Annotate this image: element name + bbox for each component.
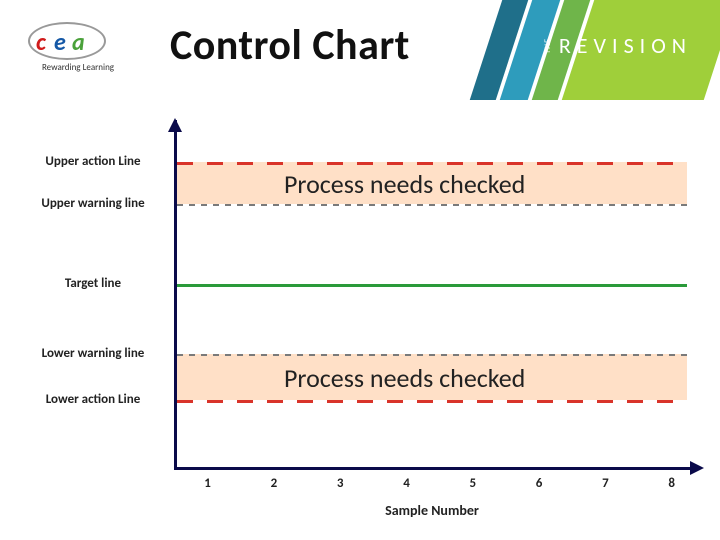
x-ticks: 1 2 3 4 5 6 7 8 xyxy=(177,476,687,500)
x-tick-4: 4 xyxy=(403,476,410,491)
x-tick-8: 8 xyxy=(668,476,675,491)
x-tick-1: 1 xyxy=(204,476,211,491)
lower-band-label: Process needs checked xyxy=(284,362,525,394)
upper-warning-line xyxy=(177,204,687,206)
cea-logo: c e a Rewarding Learning xyxy=(28,22,128,78)
header: c e a Rewarding Learning Control Chart T… xyxy=(0,0,720,100)
x-tick-5: 5 xyxy=(470,476,477,491)
x-tick-3: 3 xyxy=(337,476,344,491)
x-tick-6: 6 xyxy=(536,476,543,491)
y-axis-arrow-icon xyxy=(168,118,182,132)
label-upper-warning: Upper warning line xyxy=(18,197,168,211)
label-upper-action: Upper action Line xyxy=(18,155,168,169)
lower-warning-line xyxy=(177,354,687,356)
x-axis-arrow-icon xyxy=(690,461,704,475)
level-labels: Upper action Line Upper warning line Tar… xyxy=(18,120,168,470)
x-tick-2: 2 xyxy=(271,476,278,491)
cea-logo-c: c xyxy=(36,28,46,57)
control-chart: Upper action Line Upper warning line Tar… xyxy=(18,120,708,520)
cea-logo-oval: c e a xyxy=(28,22,106,60)
cea-logo-e: e xyxy=(54,28,66,57)
label-lower-warning: Lower warning line xyxy=(18,347,168,361)
revision-logo: THE REVISION xyxy=(543,32,692,59)
page-title: Control Chart xyxy=(170,20,410,71)
upper-action-line xyxy=(177,162,687,165)
label-target: Target line xyxy=(18,277,168,291)
x-axis xyxy=(174,467,694,470)
plot-area: Process needs checked Process needs chec… xyxy=(174,120,694,470)
x-axis-label: Sample Number xyxy=(177,502,687,519)
x-tick-7: 7 xyxy=(602,476,609,491)
revision-big: REVISION xyxy=(559,32,692,59)
lower-action-line xyxy=(177,400,687,403)
cea-logo-label: Rewarding Learning xyxy=(28,62,128,73)
label-lower-action: Lower action Line xyxy=(18,393,168,407)
target-line xyxy=(177,284,687,287)
upper-band-label: Process needs checked xyxy=(284,168,525,200)
cea-logo-a: a xyxy=(72,28,85,57)
revision-small: THE xyxy=(543,38,553,54)
